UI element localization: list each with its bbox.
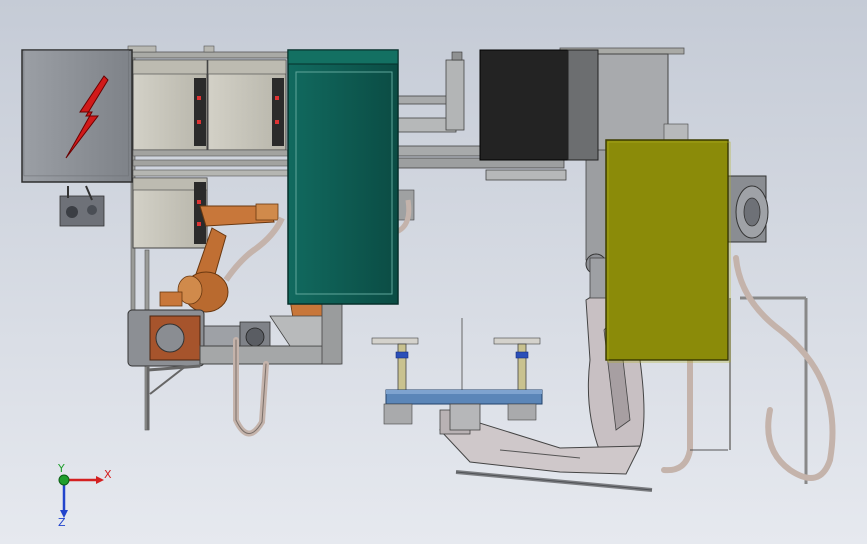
x-axis-label: X bbox=[104, 468, 112, 481]
z-axis-label: Z bbox=[58, 516, 66, 529]
control-cabinet-upper-right bbox=[207, 59, 287, 151]
control-cabinet-lower bbox=[132, 177, 208, 249]
frame-top-rail bbox=[129, 51, 291, 59]
y-axis-label: Y bbox=[57, 462, 65, 475]
olive-panel bbox=[605, 139, 731, 363]
teal-enclosure bbox=[287, 49, 399, 305]
control-cabinet-upper-left bbox=[132, 59, 208, 151]
black-unit bbox=[479, 49, 599, 161]
reel-motor bbox=[725, 175, 769, 243]
y-axis-arrow bbox=[58, 474, 70, 486]
cad-assembly-view: X Y Z bbox=[0, 0, 867, 544]
electrical-cabinet bbox=[21, 49, 133, 183]
